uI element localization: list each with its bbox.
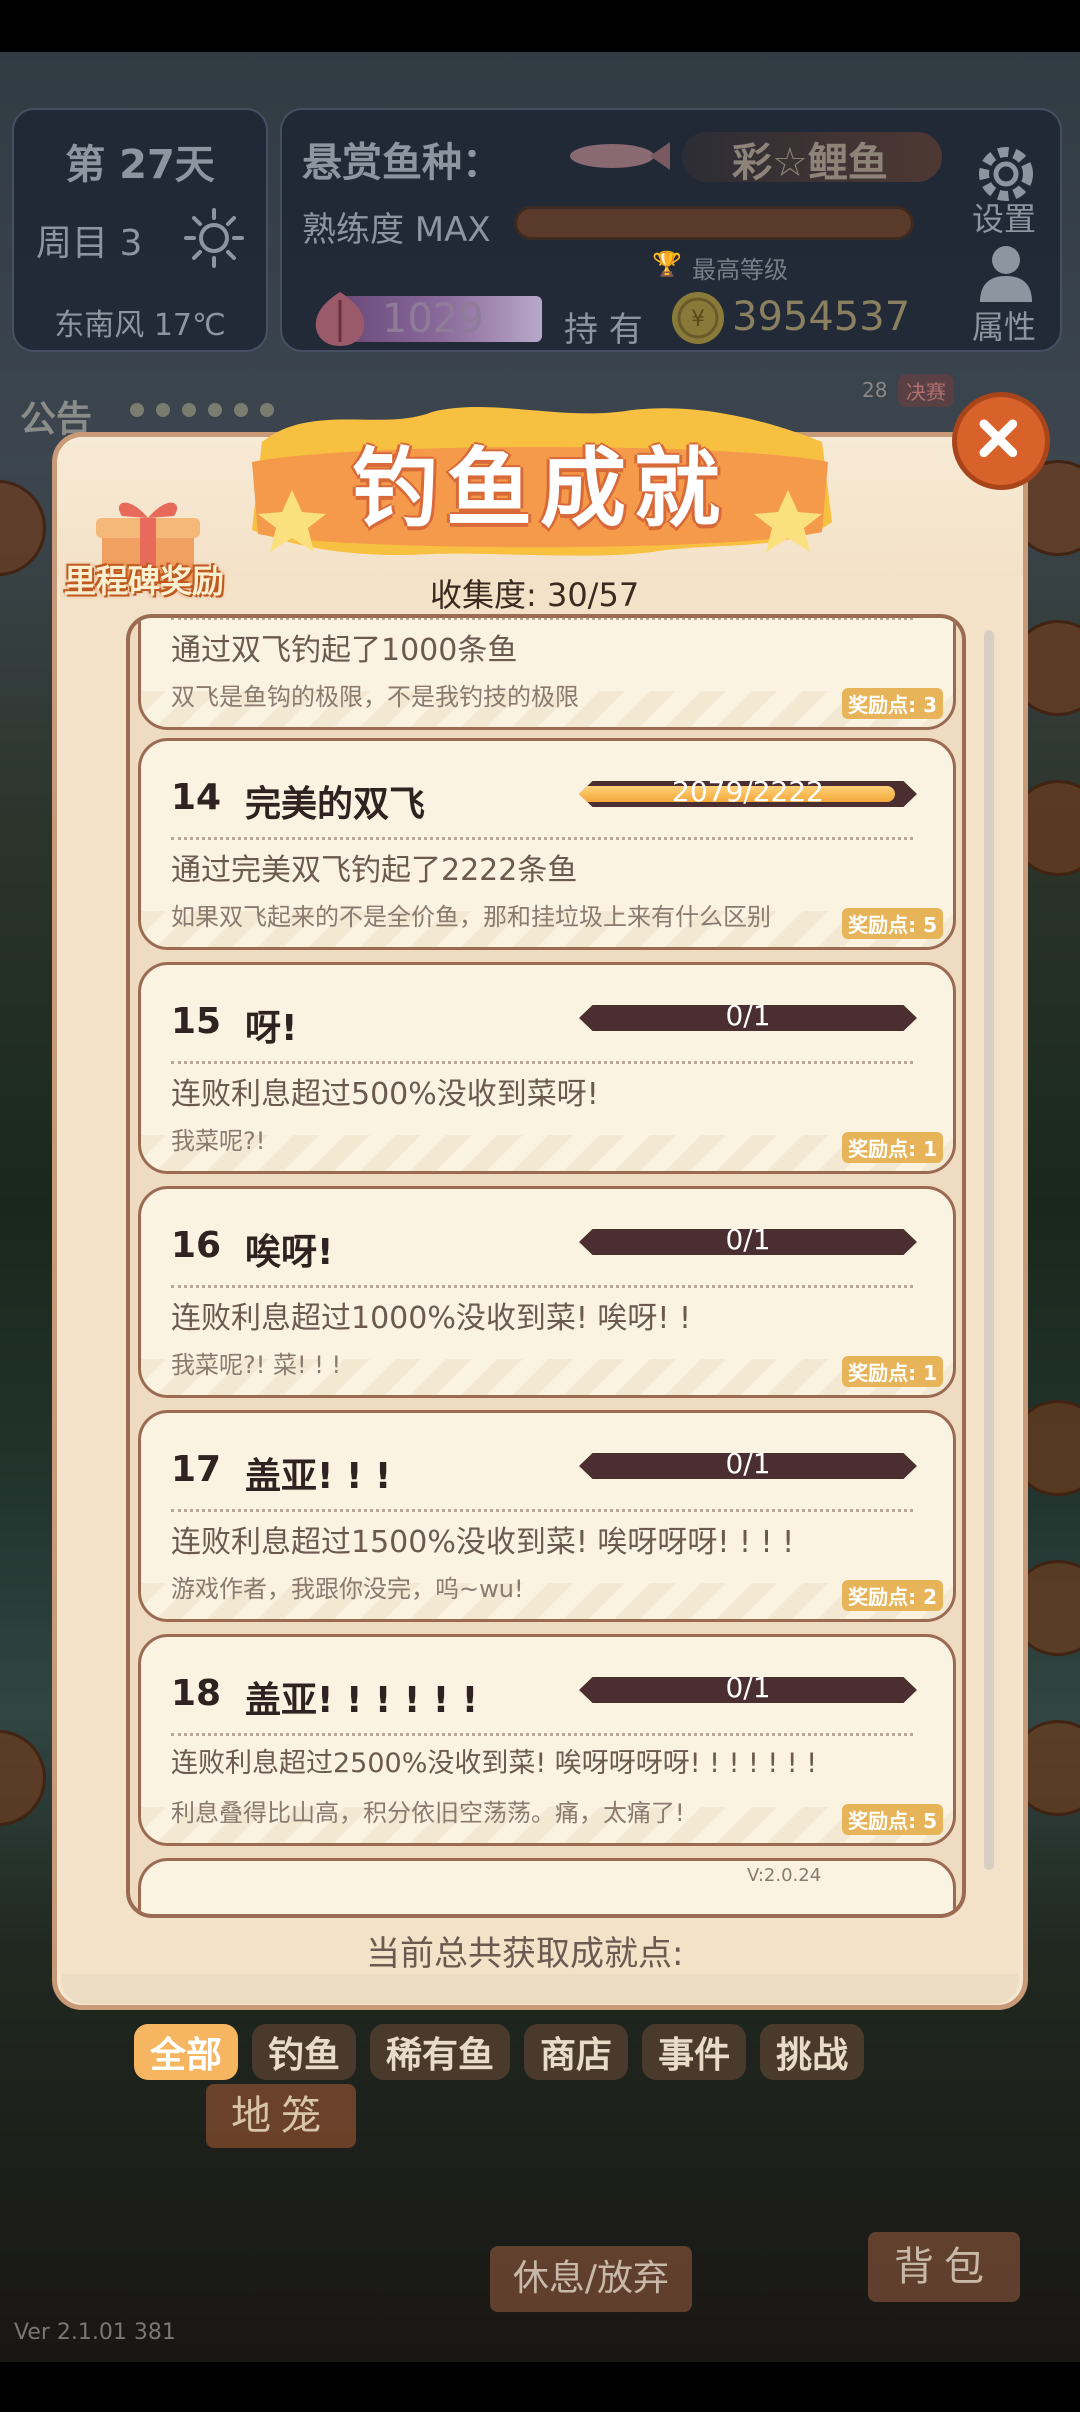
category-tabs: 全部 钓鱼 稀有鱼 商店 事件 挑战 [134, 2024, 865, 2080]
money-count: 3954537 [732, 294, 911, 340]
achievement-card: 16 唉呀! 0/1 连败利息超过1000%没收到菜! 唉呀! ! 我菜呢?! … [138, 1186, 956, 1398]
achievement-card: 14 完美的双飞 2079/2222 通过完美双飞钓起了2222条鱼 如果双飞起… [138, 738, 956, 950]
final-count: 28 [862, 378, 888, 402]
achievement-number: 15 [171, 1001, 222, 1042]
trophy-icon: 🏆 [652, 250, 682, 278]
attributes-button[interactable]: 属性 [972, 302, 1036, 348]
close-button[interactable] [952, 392, 1050, 490]
reward-points-badge: 奖励点: 5 [842, 1804, 943, 1835]
coin-icon: ¥ [672, 292, 724, 344]
gem-count: 1029 [382, 296, 484, 342]
status-panel: 悬赏鱼种： 彩☆鲤鱼 熟练度 MAX 🏆 最高等级 1029 持 有 ¥ 395… [280, 108, 1062, 352]
achievement-number: 16 [171, 1225, 222, 1266]
achievement-flavor: 利息叠得比山高，积分依旧空荡荡。痛，太痛了! [171, 1799, 685, 1827]
proficiency-bar [514, 206, 914, 240]
rest-quit-button[interactable]: 休息/放弃 [490, 2246, 692, 2312]
achievement-flavor: 我菜呢?! [171, 1127, 266, 1155]
collection-progress: 收集度: 30/57 [430, 576, 640, 614]
achievement-desc: 连败利息超过500%没收到菜呀! [171, 1077, 599, 1112]
achievement-title: 盖亚! ! ! ! ! ! [245, 1680, 479, 1721]
tab-challenge[interactable]: 挑战 [760, 2024, 865, 2080]
achievement-flavor: 我菜呢?! 菜! ! ! [171, 1351, 342, 1379]
achievement-desc: 通过双飞钓起了1000条鱼 [171, 633, 518, 668]
build-version: V:2.0.24 [747, 1865, 822, 1886]
cage-button[interactable]: 地笼 [206, 2084, 356, 2148]
total-points-label: 当前总共获取成就点: [366, 1934, 684, 1974]
bounty-fish-name: 彩☆鲤鱼 [732, 140, 888, 186]
achievement-flavor: 双飞是鱼钩的极限，不是我钓技的极限 [171, 683, 579, 711]
settings-button[interactable]: 设置 [972, 194, 1036, 240]
achievement-desc: 连败利息超过2500%没收到菜! 唉呀呀呀呀! ! ! ! ! ! ! [171, 1748, 818, 1779]
achievement-flavor: 游戏作者，我跟你没完，呜~wu! [171, 1575, 524, 1603]
day-weather-panel: 第 27天 周目 3 东南风 17℃ [12, 108, 268, 352]
tab-events[interactable]: 事件 [642, 2024, 747, 2080]
reward-points-badge: 奖励点: 2 [842, 1580, 943, 1611]
achievement-progress-text: 0/1 [725, 1223, 771, 1256]
weather-text: 东南风 17℃ [54, 308, 226, 343]
achievement-card: V:2.0.24 [138, 1858, 956, 1914]
tab-fishing[interactable]: 钓鱼 [252, 2024, 357, 2080]
achievement-card: 通过双飞钓起了1000条鱼 双飞是鱼钩的极限，不是我钓技的极限 奖励点: 3 [138, 618, 956, 730]
fish-icon [570, 142, 670, 170]
reward-points-badge: 奖励点: 5 [842, 908, 943, 939]
reward-points-badge: 奖励点: 3 [842, 688, 943, 719]
achievement-title: 呀! [245, 1008, 298, 1049]
achievement-flavor: 如果双飞起来的不是全价鱼，那和挂垃圾上来有什么区别 [171, 903, 771, 931]
reward-points-badge: 奖励点: 1 [842, 1356, 943, 1387]
list-scrollbar[interactable] [984, 630, 994, 1870]
round-counter: 周目 3 [36, 223, 143, 264]
achievement-card: 18 盖亚! ! ! ! ! ! 0/1 连败利息超过2500%没收到菜! 唉呀… [138, 1634, 956, 1846]
achievement-number: 18 [171, 1673, 222, 1714]
achievement-number: 17 [171, 1449, 222, 1490]
achievement-desc: 连败利息超过1500%没收到菜! 唉呀呀呀! ! ! ! [171, 1525, 795, 1560]
modal-footer-strip [62, 1974, 1018, 2004]
modal-title: 钓鱼成就 [352, 439, 728, 539]
hold-label: 持 有 [564, 310, 643, 350]
tab-shop[interactable]: 商店 [524, 2024, 629, 2080]
person-icon[interactable] [972, 242, 1040, 302]
svg-text:¥: ¥ [691, 307, 705, 332]
bounty-label: 悬赏鱼种： [302, 140, 502, 186]
gem-icon [315, 292, 365, 346]
top-level-text: 最高等级 [692, 256, 788, 284]
sun-icon [184, 208, 244, 268]
achievement-progress-text: 0/1 [725, 1447, 771, 1480]
system-nav-bar [0, 2362, 1080, 2412]
achievement-desc: 连败利息超过1000%没收到菜! 唉呀! ! [171, 1301, 692, 1336]
proficiency-label: 熟练度 MAX [302, 210, 491, 250]
achievement-progress-text: 0/1 [725, 999, 771, 1032]
achievement-title: 完美的双飞 [245, 784, 426, 825]
milestone-reward-button[interactable]: 里程碑奖励 [64, 556, 224, 602]
bag-button[interactable]: 背包 [868, 2232, 1020, 2302]
achievement-list[interactable]: 通过双飞钓起了1000条鱼 双飞是鱼钩的极限，不是我钓技的极限 奖励点: 3 1… [126, 614, 966, 1918]
achievement-title: 盖亚! ! ! [245, 1456, 392, 1497]
achievement-title: 唉呀! [245, 1232, 334, 1273]
tab-rare-fish[interactable]: 稀有鱼 [370, 2024, 511, 2080]
achievement-progress-text: 0/1 [725, 1671, 771, 1704]
achievement-progress-text: 2079/2222 [672, 775, 824, 808]
day-counter: 第 27天 [65, 142, 215, 188]
achievement-number: 14 [171, 777, 222, 818]
achievement-card: 15 呀! 0/1 连败利息超过500%没收到菜呀! 我菜呢?! 奖励点: 1 [138, 962, 956, 1174]
final-badge: 决赛 [898, 374, 954, 407]
reward-points-badge: 奖励点: 1 [842, 1132, 943, 1163]
tab-all[interactable]: 全部 [134, 2024, 239, 2080]
app-version: Ver 2.1.01 381 [14, 2320, 176, 2345]
achievement-desc: 通过完美双飞钓起了2222条鱼 [171, 853, 578, 888]
achievement-card: 17 盖亚! ! ! 0/1 连败利息超过1500%没收到菜! 唉呀呀呀! ! … [138, 1410, 956, 1622]
